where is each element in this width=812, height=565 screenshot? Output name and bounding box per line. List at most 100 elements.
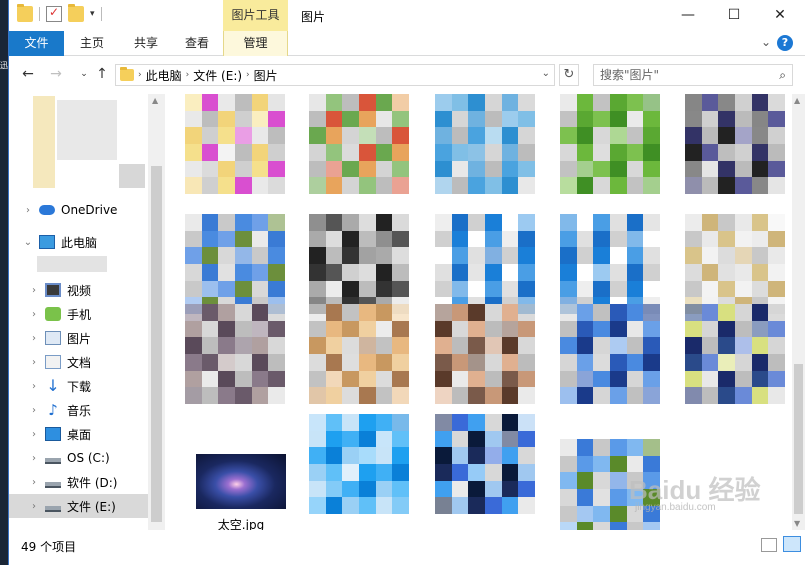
file-thumbnail[interactable] [685, 94, 785, 194]
scroll-down-icon[interactable]: ▼ [794, 519, 800, 528]
customize-qat-icon[interactable]: ▾ [90, 9, 95, 19]
thumbnail-pixel [435, 214, 452, 231]
file-thumbnail-space[interactable] [196, 454, 286, 509]
thumbnail-pixel [701, 230, 719, 248]
thumbnail-pixel [501, 387, 519, 404]
file-thumbnail[interactable] [185, 214, 285, 314]
thumbnail-pixel [201, 280, 219, 298]
chevron-right-icon[interactable]: › [27, 477, 41, 488]
thumbnail-pixel [626, 94, 644, 111]
thumbnail-pixel [435, 463, 452, 481]
chevron-right-icon[interactable]: › [27, 357, 41, 368]
file-thumbnail[interactable] [560, 214, 660, 314]
chevron-right-icon[interactable]: › [27, 381, 41, 392]
sidebar-item-phone[interactable]: › 手机 [9, 302, 148, 326]
chevron-right-icon[interactable]: › [27, 309, 41, 320]
nav-pane-scrollbar[interactable]: ▲ [148, 94, 165, 530]
sidebar-item-music[interactable]: › ♪ 音乐 [9, 398, 148, 422]
search-input[interactable]: 搜索"图片" ⌕ [593, 64, 793, 86]
address-bar[interactable]: › 此电脑 › 文件 (E:) › 图片 ⌄ [115, 64, 555, 86]
chevron-right-icon[interactable]: › [246, 70, 250, 80]
thumbnail-pixel [185, 263, 202, 281]
minimize-button[interactable]: — [665, 0, 711, 31]
back-arrow-icon[interactable]: ← [19, 66, 37, 82]
folder-icon[interactable] [17, 4, 33, 22]
breadcrumb-this-pc[interactable]: 此电脑 [146, 67, 182, 84]
chevron-right-icon[interactable]: › [27, 285, 41, 296]
chevron-right-icon[interactable]: › [27, 453, 41, 464]
file-thumbnail[interactable] [685, 304, 785, 404]
file-thumbnail[interactable] [435, 94, 535, 194]
chevron-right-icon[interactable]: › [27, 405, 41, 416]
thumbnail-pixel [201, 304, 219, 321]
file-thumbnail[interactable] [560, 94, 660, 194]
search-icon[interactable]: ⌕ [779, 65, 786, 85]
tab-home[interactable]: 主页 [67, 31, 117, 56]
thumbnail-pixel [718, 387, 735, 404]
file-thumbnail[interactable] [309, 214, 409, 314]
expand-ribbon-icon[interactable]: ⌄ [761, 35, 771, 49]
sidebar-item-documents[interactable]: › 文档 [9, 350, 148, 374]
thumbnail-pixel [375, 177, 393, 194]
scroll-up-icon[interactable]: ▲ [794, 96, 800, 105]
chevron-right-icon[interactable]: › [186, 70, 190, 80]
forward-arrow-icon[interactable]: → [47, 66, 65, 82]
file-thumbnail[interactable] [560, 304, 660, 404]
thumbnail-pixel [643, 280, 660, 298]
file-thumbnail[interactable] [309, 304, 409, 404]
maximize-button[interactable]: ☐ [711, 0, 757, 31]
chevron-right-icon[interactable]: › [27, 501, 41, 512]
file-name-label[interactable]: 太空.jpg [196, 516, 286, 530]
sidebar-item-drive-d[interactable]: › 软件 (D:) [9, 470, 148, 494]
address-dropdown-icon[interactable]: ⌄ [542, 68, 550, 79]
help-icon[interactable]: ? [777, 35, 793, 51]
details-view-icon[interactable] [761, 538, 777, 552]
tab-manage[interactable]: 管理 [223, 31, 288, 56]
sidebar-item-onedrive[interactable]: › OneDrive [9, 198, 148, 222]
file-thumbnail[interactable] [435, 214, 535, 314]
thumbnail-pixel [768, 337, 785, 354]
sidebar-item-pictures[interactable]: › 图片 [9, 326, 148, 350]
file-thumbnail[interactable] [309, 414, 409, 514]
chevron-right-icon[interactable]: › [21, 205, 35, 216]
file-thumbnail[interactable] [185, 304, 285, 404]
thumbnail-pixel [309, 304, 326, 321]
breadcrumb-pictures[interactable]: 图片 [254, 67, 278, 84]
file-thumbnail[interactable] [309, 94, 409, 194]
sidebar-item-desktop[interactable]: › 桌面 [9, 422, 148, 446]
tab-file[interactable]: 文件 [9, 31, 64, 56]
scroll-up-icon[interactable]: ▲ [152, 96, 158, 105]
thumbnail-pixel [626, 214, 644, 231]
chevron-right-icon[interactable]: › [138, 70, 142, 80]
thumbnail-pixel [593, 230, 610, 248]
chevron-down-icon[interactable]: ⌄ [21, 237, 35, 248]
sidebar-item-videos[interactable]: › 视频 [9, 278, 148, 302]
content-scrollbar[interactable]: ▲ ▼ [792, 94, 805, 530]
sidebar-item-downloads[interactable]: › ↓ 下载 [9, 374, 148, 398]
sidebar-item-drive-e[interactable]: › 文件 (E:) [9, 494, 148, 518]
breadcrumb-drive-e[interactable]: 文件 (E:) [193, 67, 242, 84]
close-button[interactable]: ✕ [757, 0, 803, 31]
sidebar-item-this-pc[interactable]: ⌄ 此电脑 [9, 230, 148, 254]
recent-locations-icon[interactable]: ⌄ [75, 69, 93, 79]
file-thumbnail[interactable] [435, 304, 535, 404]
tab-share[interactable]: 共享 [121, 31, 171, 56]
refresh-button[interactable]: ↻ [559, 64, 579, 86]
chevron-right-icon[interactable]: › [27, 429, 41, 440]
file-thumbnail[interactable] [435, 414, 535, 514]
large-icons-view-icon[interactable] [783, 536, 801, 552]
thumbnail-pixel [468, 160, 485, 178]
thumbnail-pixel [451, 214, 469, 231]
file-thumbnail[interactable] [185, 94, 285, 194]
sidebar-item-drive-c[interactable]: › OS (C:) [9, 446, 148, 470]
new-folder-icon[interactable] [68, 4, 84, 22]
scrollbar-thumb[interactable] [794, 364, 803, 514]
thumbnail-pixel [484, 230, 502, 248]
properties-icon[interactable] [46, 5, 62, 22]
up-arrow-icon[interactable]: ↑ [93, 66, 111, 82]
chevron-right-icon[interactable]: › [27, 333, 41, 344]
scrollbar-thumb[interactable] [151, 166, 162, 522]
file-thumbnail[interactable] [685, 214, 785, 314]
tab-view[interactable]: 查看 [172, 31, 222, 56]
thumbnail-pixel [201, 387, 219, 404]
